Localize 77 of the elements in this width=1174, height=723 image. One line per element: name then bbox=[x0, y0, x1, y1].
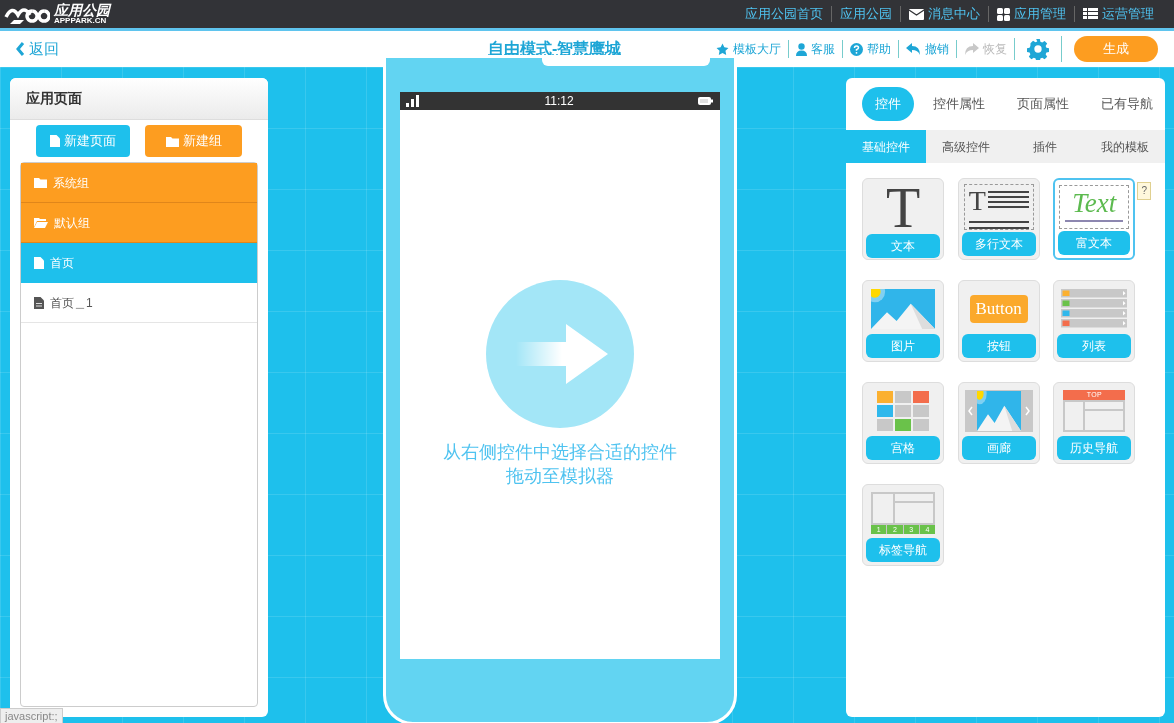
panel-tab[interactable]: 控件属性 bbox=[920, 87, 998, 121]
widget-tile[interactable]: T 多行文本 bbox=[957, 178, 1040, 260]
multiline-text-icon: T bbox=[963, 184, 1034, 230]
toolbar-action[interactable]: 帮助 bbox=[850, 40, 891, 58]
rich-text-icon: Text bbox=[1059, 185, 1130, 229]
mail-icon bbox=[909, 8, 924, 20]
list-icon bbox=[1083, 8, 1098, 20]
widget-tile[interactable]: 列表 bbox=[1053, 280, 1136, 362]
redo-arrow-icon bbox=[964, 43, 979, 55]
top-nav-link[interactable]: 应用公园 bbox=[840, 6, 892, 22]
widget-label: 宫格 bbox=[866, 436, 940, 460]
widget-tile[interactable]: T 文本 bbox=[862, 178, 944, 260]
star-icon bbox=[716, 42, 729, 56]
panel-title: 应用页面 bbox=[26, 89, 82, 108]
help-icon bbox=[850, 42, 863, 56]
open-folder-icon bbox=[34, 217, 48, 228]
widget-label: 多行文本 bbox=[961, 232, 1036, 256]
widget-label: 画廊 bbox=[961, 436, 1036, 460]
toolbar-action[interactable]: 模板大厅 bbox=[716, 40, 781, 58]
generate-button[interactable]: 生成 bbox=[1074, 36, 1158, 62]
letter-t-icon: T bbox=[885, 182, 921, 234]
folder-icon bbox=[165, 135, 179, 147]
button-sample-icon: Button bbox=[969, 295, 1028, 323]
grid-icon bbox=[997, 7, 1010, 21]
new-page-button[interactable]: 新建页面 bbox=[36, 125, 130, 157]
drag-hint: 从右侧控件中选择合适的控件 bbox=[442, 441, 677, 464]
widget-tile[interactable]: 画廊 bbox=[957, 382, 1040, 464]
signal-icon bbox=[405, 95, 420, 107]
document-icon bbox=[34, 257, 44, 269]
widget-label: 富文本 bbox=[1058, 231, 1131, 255]
widget-label: 历史导航 bbox=[1057, 436, 1132, 460]
new-group-button[interactable]: 新建组 bbox=[145, 125, 242, 157]
category-tab[interactable]: 我的模板 bbox=[1085, 130, 1165, 163]
drag-hint: 拖动至模拟器 bbox=[505, 465, 614, 488]
page-row[interactable]: 首页 bbox=[21, 243, 257, 283]
list-rows-icon bbox=[1061, 289, 1128, 329]
chevron-left-icon bbox=[16, 42, 25, 56]
widget-label: 列表 bbox=[1057, 334, 1132, 358]
widget-tile[interactable]: 宫格 bbox=[862, 382, 944, 464]
category-tab[interactable]: 高级控件 bbox=[925, 130, 1006, 163]
top-nav-link[interactable]: 应用公园首页 bbox=[745, 6, 823, 22]
battery-icon bbox=[698, 97, 714, 105]
status-time: 11:12 bbox=[544, 93, 574, 110]
grid-tiles-icon bbox=[877, 391, 929, 431]
panel-tab[interactable]: 页面属性 bbox=[1004, 87, 1082, 121]
document-icon bbox=[34, 296, 44, 309]
group-row[interactable]: 系统组 bbox=[21, 163, 257, 203]
widget-tile[interactable]: 图片 bbox=[862, 280, 944, 362]
browser-status-text: javascript:; bbox=[0, 708, 63, 723]
group-row[interactable]: 默认组 bbox=[21, 203, 257, 243]
category-tab[interactable]: 插件 bbox=[1005, 130, 1086, 163]
back-link[interactable]: 返回 bbox=[16, 37, 59, 61]
undo-arrow-icon bbox=[906, 43, 921, 55]
widget-label: 图片 bbox=[866, 334, 940, 358]
widget-tile[interactable]: Text 富文本 bbox=[1053, 178, 1136, 260]
logo-subtitle: APPPARK.CN bbox=[54, 17, 107, 25]
picture-icon bbox=[871, 289, 935, 329]
panel-tab[interactable]: 控件 bbox=[862, 87, 914, 121]
toolbar-action[interactable]: 客服 bbox=[796, 40, 835, 58]
top-nav-link[interactable]: 运营管理 bbox=[1083, 6, 1154, 22]
document-icon bbox=[50, 135, 60, 147]
widget-tile[interactable]: Button 按钮 bbox=[957, 280, 1040, 362]
widget-label: 文本 bbox=[866, 234, 940, 258]
toolbar-action[interactable]: 撤销 bbox=[906, 40, 949, 58]
logo-text: 应用公园 bbox=[54, 3, 110, 17]
folder-icon bbox=[34, 177, 47, 188]
top-nav-link[interactable]: 应用管理 bbox=[997, 6, 1066, 22]
arrow-circle-icon bbox=[485, 280, 634, 428]
category-tab[interactable]: 基础控件 bbox=[846, 130, 926, 163]
widget-label: 按钮 bbox=[961, 334, 1036, 358]
panel-tab[interactable]: 已有导航 bbox=[1088, 87, 1166, 121]
settings-icon[interactable] bbox=[1027, 38, 1049, 60]
user-icon bbox=[796, 42, 807, 56]
help-badge[interactable]: ? bbox=[1137, 182, 1152, 200]
gallery-icon bbox=[964, 390, 1033, 432]
top-nav-link[interactable]: 消息中心 bbox=[909, 6, 980, 22]
widget-label: 标签导航 bbox=[866, 538, 940, 562]
